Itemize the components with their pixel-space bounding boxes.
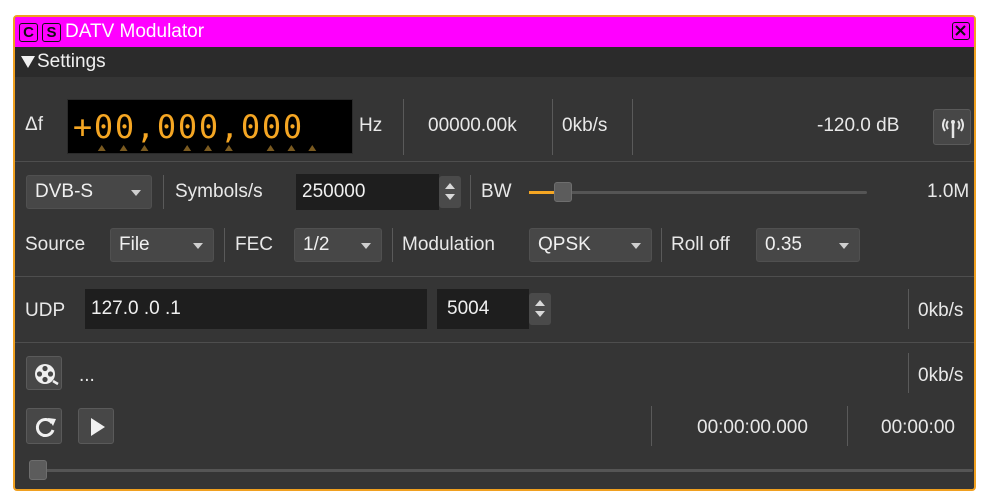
freq-separator: , — [219, 107, 240, 146]
stepper-up-icon[interactable] — [445, 183, 455, 189]
divider — [632, 99, 633, 155]
bandwidth-label: BW — [481, 181, 512, 202]
rolloff-value: 0.35 — [765, 234, 802, 255]
channel-power-readout: -120.0 dB — [817, 115, 900, 136]
standard-value: DVB-S — [35, 181, 94, 202]
udp-port-stepper[interactable] — [529, 293, 551, 325]
symbol-rate-input[interactable]: 250000 — [296, 174, 439, 210]
stepper-up-icon[interactable] — [535, 300, 545, 306]
divider — [15, 342, 974, 343]
modulation-select[interactable]: QPSK — [529, 228, 652, 262]
antenna-icon[interactable] — [933, 109, 971, 145]
freq-separator: , — [135, 107, 156, 146]
frequency-dial[interactable]: + 0 0 , 0 0 0 , 0 0 0 — [67, 99, 353, 154]
fec-label: FEC — [235, 234, 273, 255]
chevron-down-icon — [361, 243, 371, 249]
title-bar[interactable]: C S DATV Modulator — [15, 17, 974, 47]
total-time: 00:00:00 — [881, 417, 955, 438]
chevron-down-icon — [193, 243, 203, 249]
settings-label: Settings — [37, 51, 106, 72]
slider-fill — [529, 191, 557, 194]
triangle-down-icon — [21, 56, 35, 68]
divider — [552, 99, 553, 155]
freq-digit[interactable]: 0 — [261, 108, 282, 146]
symbol-rate-stepper[interactable] — [439, 176, 461, 208]
freq-digit[interactable]: 0 — [93, 108, 114, 146]
delta-frequency-label: Δf — [25, 114, 43, 135]
source-select[interactable]: File — [110, 228, 214, 262]
freq-tick-marks — [97, 145, 317, 151]
channel-rate-readout: 00000.00k — [428, 115, 517, 136]
divider — [403, 99, 404, 155]
freq-digit[interactable]: 0 — [198, 108, 219, 146]
freq-digit[interactable]: 0 — [114, 108, 135, 146]
frequency-unit: Hz — [359, 115, 383, 136]
loop-icon — [35, 418, 56, 437]
stepper-down-icon[interactable] — [445, 194, 455, 200]
open-file-button[interactable] — [26, 356, 62, 390]
divider — [15, 161, 974, 162]
bandwidth-value: 1.0M — [927, 181, 970, 202]
divider — [392, 228, 393, 262]
settings-button[interactable]: S — [42, 22, 61, 42]
settings-header[interactable]: Settings — [15, 47, 974, 77]
divider — [15, 276, 974, 277]
udp-port-input[interactable]: 5004 — [437, 289, 529, 329]
divider — [908, 289, 909, 329]
fec-select[interactable]: 1/2 — [294, 228, 382, 262]
rolloff-label: Roll off — [671, 234, 730, 255]
modulation-value: QPSK — [538, 234, 591, 255]
fec-value: 1/2 — [303, 234, 330, 255]
divider — [661, 228, 662, 262]
divider — [163, 175, 164, 209]
source-value: File — [119, 234, 150, 255]
window-title: DATV Modulator — [65, 21, 205, 42]
divider — [224, 228, 225, 262]
stepper-down-icon[interactable] — [535, 311, 545, 317]
slider-handle[interactable] — [29, 460, 47, 480]
file-rate-readout: 0kb/s — [918, 365, 964, 386]
file-name: ... — [79, 365, 95, 386]
slider-track — [529, 191, 867, 194]
source-label: Source — [25, 234, 86, 255]
bitrate-readout: 0kb/s — [562, 115, 608, 136]
symbols-label: Symbols/s — [175, 181, 263, 202]
freq-digit[interactable]: 0 — [240, 108, 261, 146]
rolloff-select[interactable]: 0.35 — [756, 228, 860, 262]
play-icon — [91, 418, 105, 436]
divider — [651, 406, 652, 446]
freq-digit[interactable]: + — [72, 108, 93, 146]
modulation-label: Modulation — [402, 234, 495, 255]
play-button[interactable] — [78, 408, 114, 444]
chevron-down-icon — [631, 243, 641, 249]
chevron-down-icon — [839, 243, 849, 249]
udp-label: UDP — [25, 300, 66, 321]
udp-rate-readout: 0kb/s — [918, 300, 964, 321]
close-icon[interactable] — [952, 22, 970, 40]
loop-button[interactable] — [26, 408, 62, 444]
udp-address-input[interactable]: 127.0 .0 .1 — [85, 289, 427, 329]
slider-track — [29, 469, 973, 472]
freq-digit[interactable]: 0 — [177, 108, 198, 146]
film-reel-icon — [35, 364, 59, 386]
elapsed-time: 00:00:00.000 — [697, 417, 808, 438]
chevron-down-icon — [131, 190, 141, 196]
divider — [908, 353, 909, 393]
freq-digit[interactable]: 0 — [156, 108, 177, 146]
channel-marker-button[interactable]: C — [19, 22, 38, 42]
datv-modulator-window: C S DATV Modulator Settings Δf + 0 0 , 0… — [13, 15, 976, 491]
divider — [470, 175, 471, 209]
standard-select[interactable]: DVB-S — [26, 175, 152, 209]
divider — [847, 406, 848, 446]
freq-digit[interactable]: 0 — [282, 108, 303, 146]
slider-handle[interactable] — [554, 182, 573, 202]
